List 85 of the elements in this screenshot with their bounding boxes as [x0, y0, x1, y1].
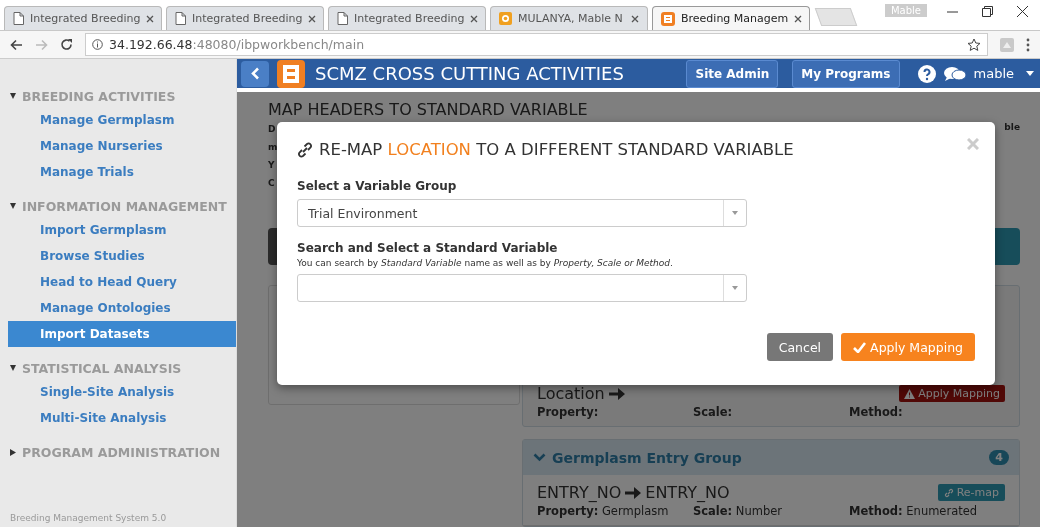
apply-mapping-button[interactable]: Apply Mapping — [841, 333, 975, 361]
chat-icon[interactable] — [943, 65, 966, 82]
header-button[interactable]: Site Admin — [686, 59, 779, 88]
caret-down-icon — [10, 93, 16, 99]
variable-group-select[interactable]: Trial Environment — [297, 199, 747, 227]
caret-right-icon — [10, 448, 16, 456]
field-label: Method: — [849, 405, 904, 419]
back-button[interactable] — [241, 60, 269, 87]
close-icon[interactable] — [1017, 4, 1028, 18]
dropdown-arrow-icon — [732, 211, 738, 215]
page-title: MAP HEADERS TO STANDARD VARIABLE — [268, 100, 589, 121]
count-badge: 4 — [989, 450, 1009, 465]
back-arrow-icon[interactable] — [10, 38, 23, 51]
field-text: Scale: Number — [693, 504, 784, 518]
browser-tab[interactable]: MULANYA, Mable N — [490, 6, 648, 30]
arrow-right-icon — [625, 486, 642, 499]
info-icon[interactable] — [92, 39, 103, 50]
field-label: Search and Select a Standard Variable — [297, 241, 559, 255]
browser-tab[interactable]: Integrated Breeding — [328, 6, 486, 30]
mapping-header: Location — [537, 384, 625, 403]
chevron-left-icon — [250, 67, 260, 80]
sidebar-link[interactable]: Import Datasets — [8, 321, 236, 347]
restore-icon[interactable] — [982, 4, 993, 18]
sidebar-link[interactable]: Head to Head Query — [8, 269, 236, 295]
user-menu[interactable]: mable — [973, 66, 1014, 81]
close-icon[interactable] — [470, 14, 479, 23]
close-icon[interactable] — [631, 14, 639, 23]
browser-tab[interactable]: Integrated Breeding — [166, 6, 324, 30]
sidebar-link[interactable]: Multi-Site Analysis — [8, 405, 236, 431]
url-text: 34.192.66.48:48080/ibpworkbench/main — [109, 37, 365, 52]
description-text: D — [268, 124, 277, 134]
close-icon[interactable] — [308, 14, 317, 23]
field-text: Method: Enumerated — [849, 504, 979, 518]
caret-down-icon[interactable] — [1026, 71, 1034, 76]
arrow-right-icon — [608, 387, 625, 400]
sidebar-link[interactable]: Import Germplasm — [8, 217, 236, 243]
reload-icon[interactable] — [60, 38, 73, 51]
caret-down-icon — [10, 365, 16, 371]
description-text: ble — [1004, 122, 1020, 134]
close-icon[interactable] — [146, 14, 155, 23]
page-icon — [13, 12, 24, 25]
program-title: SCMZ CROSS CUTTING ACTIVITIES — [315, 63, 624, 84]
checkmark-icon — [853, 341, 867, 353]
help-icon[interactable] — [917, 64, 936, 83]
menu-icon[interactable] — [1026, 37, 1030, 52]
section-header[interactable]: STATISTICAL ANALYSIS — [0, 357, 236, 379]
section-header[interactable]: INFORMATION MANAGEMENT — [0, 195, 236, 217]
link-icon — [943, 487, 954, 498]
link-icon — [297, 141, 313, 158]
mapping-header: ENTRY_NO ENTRY_NO — [537, 483, 730, 502]
close-icon[interactable] — [794, 14, 803, 23]
version-label: Breeding Management System 5.0 — [9, 513, 168, 525]
browser-tab[interactable]: Breeding Managem — [652, 6, 810, 30]
page-icon — [337, 12, 348, 25]
dropdown-arrow-icon — [732, 286, 738, 290]
field-text: Property: Germplasm — [537, 504, 670, 518]
warning-icon — [904, 388, 916, 399]
description-text: C — [268, 178, 276, 188]
page-icon — [175, 12, 186, 25]
description-text: m — [268, 142, 278, 152]
group-header[interactable]: Germplasm Entry Group 4 — [523, 440, 1019, 475]
star-icon[interactable] — [967, 37, 981, 52]
sidebar-link[interactable]: Manage Nurseries — [8, 133, 236, 159]
sidebar-link[interactable]: Manage Germplasm — [8, 107, 236, 133]
chevron-down-icon — [533, 453, 546, 462]
logo-icon — [661, 11, 675, 26]
section-header[interactable]: BREEDING ACTIVITIES — [0, 85, 236, 107]
remap-button[interactable]: Re-map — [937, 484, 1005, 501]
field-label: Select a Variable Group — [297, 179, 458, 193]
field-label: Property: — [537, 405, 600, 419]
caret-down-icon — [10, 203, 16, 209]
sidebar-link[interactable]: Manage Trials — [8, 159, 236, 185]
header-button[interactable]: My Programs — [792, 59, 900, 88]
address-bar[interactable]: 34.192.66.48:48080/ibpworkbench/main — [85, 33, 988, 56]
sidebar-link[interactable]: Single-Site Analysis — [8, 379, 236, 405]
group-title: Germplasm Entry Group — [552, 449, 742, 466]
description-text: Y — [268, 160, 276, 170]
sidebar-link[interactable]: Manage Ontologies — [8, 295, 236, 321]
help-text: You can search by Standard Variable name as well as by Property, Scale or Method. — [297, 258, 674, 268]
browser-tab[interactable]: Integrated Breeding — [4, 6, 162, 30]
sidebar-link[interactable]: Browse Studies — [8, 243, 236, 269]
cancel-button[interactable]: Cancel — [766, 333, 834, 361]
apply-mapping-button[interactable]: Apply Mapping — [899, 385, 1005, 402]
section-header[interactable]: PROGRAM ADMINISTRATION — [0, 441, 236, 463]
field-label: Scale: — [693, 405, 734, 419]
